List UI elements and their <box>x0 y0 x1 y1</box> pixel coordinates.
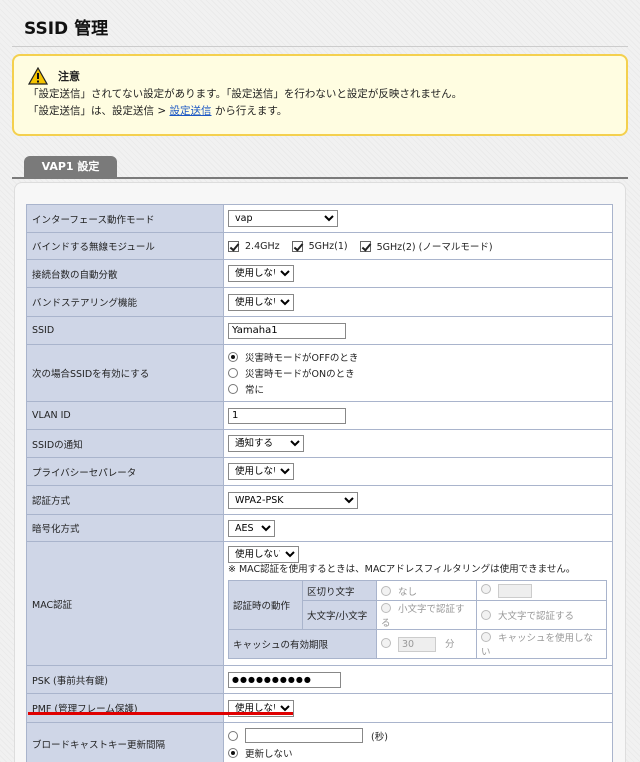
row-ssid: SSID <box>26 316 613 345</box>
radio-lowercase[interactable] <box>381 603 391 613</box>
mac-auth-note: ※ MAC認証を使用するときは、MACアドレスフィルタリングは使用できません。 <box>228 564 576 575</box>
label-auth-method: 認証方式 <box>26 485 224 515</box>
interface-mode-select[interactable]: vap <box>228 210 338 227</box>
ssid-notify-select[interactable]: 通知する <box>228 435 304 452</box>
notice-line-2-text: 「設定送信」は、設定送信 > <box>28 105 170 117</box>
settings-table: インターフェース動作モード vap バインドする無線モジュール 2.4GHz 5… <box>26 204 613 762</box>
radio-uppercase-label: 大文字で認証する <box>498 611 575 622</box>
radio-broadcast-interval[interactable] <box>228 730 238 741</box>
radio-disaster-off-label: 災害時モードがOFFのとき <box>245 353 359 364</box>
radio-lowercase-label: 小文字で認証する <box>381 604 465 629</box>
row-privacy-separator: プライバシーセパレータ 使用しない <box>26 457 613 486</box>
notice-box: 注意 「設定送信」されてない設定があります。「設定送信」を行わないと設定が反映さ… <box>12 54 628 136</box>
label-bind-module: バインドする無線モジュール <box>26 232 224 260</box>
radio-delimiter-none[interactable] <box>381 585 391 596</box>
privacy-separator-select[interactable]: 使用しない <box>228 463 294 480</box>
settings-send-link[interactable]: 設定送信 <box>169 105 211 117</box>
radio-delimiter-custom[interactable] <box>481 584 491 594</box>
row-pmf: PMF (管理フレーム保護) 使用しない <box>26 693 613 723</box>
label-broadcast-key: ブロードキャストキー更新間隔 <box>26 722 224 762</box>
row-band-steering: バンドステアリング機能 使用しない <box>26 287 613 317</box>
notice-line-2-tail: から行えます。 <box>211 105 288 117</box>
label-ssid: SSID <box>26 316 224 345</box>
radio-always-label: 常に <box>245 385 265 396</box>
band-steering-select[interactable]: 使用しない <box>228 293 294 311</box>
page-title: SSID 管理 <box>24 19 109 39</box>
label-ssid-notify: SSIDの通知 <box>26 429 224 458</box>
label-band-steering: バンドステアリング機能 <box>26 287 224 317</box>
cache-period-input[interactable]: 30 <box>398 637 436 652</box>
encryption-select[interactable]: AES <box>228 519 275 537</box>
radio-disaster-on-label: 災害時モードがONのとき <box>245 369 355 380</box>
mac-case-label: 大文字/小文字 <box>302 600 377 630</box>
radio-uppercase[interactable] <box>481 610 491 620</box>
row-bind-module: バインドする無線モジュール 2.4GHz 5GHz(1) 5GHz(2) (ノー… <box>26 232 613 260</box>
row-encryption: 暗号化方式 AES <box>26 514 613 542</box>
row-auto-distribution: 接続台数の自動分散 使用しない <box>26 259 613 288</box>
psk-input[interactable] <box>228 671 341 688</box>
broadcast-interval-input[interactable] <box>245 728 363 743</box>
radio-cache-period[interactable] <box>381 638 391 648</box>
label-interface-mode: インターフェース動作モード <box>26 204 224 233</box>
radio-always[interactable] <box>228 384 238 394</box>
vlan-id-input[interactable] <box>228 407 346 424</box>
pmf-highlight-underline <box>28 712 293 715</box>
mac-auth-options-table: 認証時の動作 区切り文字 なし 大文字/小文字 小文字で認証する 大文字で認証す… <box>228 580 607 659</box>
label-auto-distribution: 接続台数の自動分散 <box>26 259 224 288</box>
mac-delimiter-label: 区切り文字 <box>302 580 377 601</box>
checkbox-5ghz-2[interactable] <box>359 240 371 252</box>
row-interface-mode: インターフェース動作モード vap <box>26 204 613 233</box>
notice-line-1: 「設定送信」されてない設定があります。「設定送信」を行わないと設定が反映されませ… <box>28 88 463 100</box>
row-broadcast-key: ブロードキャストキー更新間隔 (秒) 更新しない <box>26 722 613 762</box>
row-vlan-id: VLAN ID <box>26 401 613 430</box>
label-privacy-separator: プライバシーセパレータ <box>26 457 224 486</box>
label-mac-auth: MAC認証 <box>26 541 224 666</box>
label-ssid-enable: 次の場合SSIDを有効にする <box>26 344 224 402</box>
ssid-input[interactable] <box>228 322 346 339</box>
checkbox-5ghz-1-label: 5GHz(1) <box>308 240 348 252</box>
auth-method-select[interactable]: WPA2-PSK <box>228 491 358 509</box>
title-divider <box>12 46 628 47</box>
auto-distribution-select[interactable]: 使用しない <box>228 265 294 282</box>
row-auth-method: 認証方式 WPA2-PSK <box>26 485 613 515</box>
row-ssid-enable: 次の場合SSIDを有効にする 災害時モードがOFFのとき 災害時モードがONのと… <box>26 344 613 402</box>
checkbox-2.4ghz[interactable] <box>228 240 239 252</box>
checkbox-5ghz-2-label: 5GHz(2) (ノーマルモード) <box>376 242 493 253</box>
radio-delimiter-none-label: なし <box>398 586 418 598</box>
delimiter-input[interactable] <box>498 583 532 598</box>
label-vlan-id: VLAN ID <box>26 401 224 430</box>
checkbox-2.4ghz-label: 2.4GHz <box>245 240 280 252</box>
radio-cache-off-label: キャッシュを使用しない <box>481 633 594 658</box>
label-encryption: 暗号化方式 <box>26 514 224 542</box>
row-mac-auth: MAC認証 使用しない ※ MAC認証を使用するときは、MACアドレスフィルタリ… <box>26 541 613 666</box>
mac-auth-select[interactable]: 使用しない <box>228 546 299 563</box>
cache-unit: 分 <box>445 639 455 650</box>
row-psk: PSK (事前共有鍵) <box>26 665 613 694</box>
checkbox-5ghz-1[interactable] <box>291 240 303 252</box>
mac-cache-label: キャッシュの有効期限 <box>228 629 377 659</box>
radio-disaster-on[interactable] <box>228 368 238 378</box>
label-psk: PSK (事前共有鍵) <box>26 665 224 694</box>
radio-broadcast-no-update-label: 更新しない <box>245 748 293 760</box>
radio-broadcast-no-update[interactable] <box>228 747 238 758</box>
mac-op-label: 認証時の動作 <box>228 580 303 630</box>
row-ssid-notify: SSIDの通知 通知する <box>26 429 613 458</box>
warning-icon <box>28 67 48 85</box>
notice-line-2: 「設定送信」は、設定送信 > 設定送信 から行えます。 <box>28 103 612 120</box>
radio-cache-off[interactable] <box>481 632 491 642</box>
broadcast-interval-unit: (秒) <box>371 731 388 743</box>
notice-title: 注意 <box>58 70 80 83</box>
radio-disaster-off[interactable] <box>228 352 238 362</box>
tab-vap1-settings[interactable]: VAP1 設定 <box>24 156 117 178</box>
label-pmf: PMF (管理フレーム保護) <box>26 693 224 723</box>
tab-underline <box>12 177 628 179</box>
